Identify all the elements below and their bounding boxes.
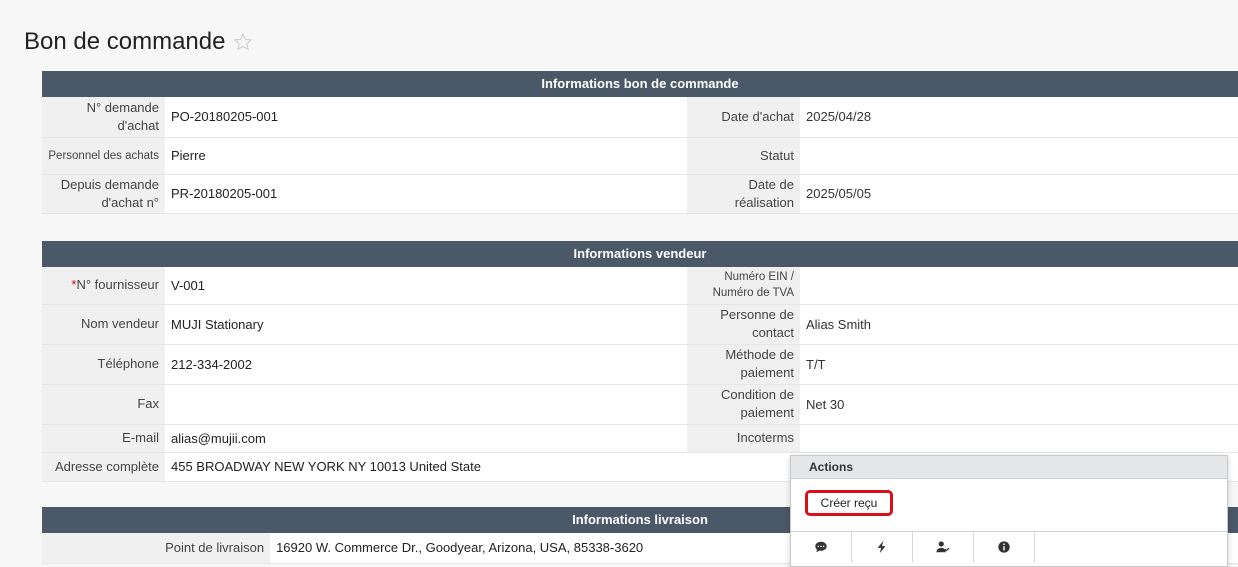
po-info-section: Informations bon de commande N° demande … xyxy=(42,71,1238,214)
contact-person-value: Alias Smith xyxy=(800,304,1238,345)
field-label: Numéro EIN / Numéro de TVA xyxy=(687,267,800,305)
field-label: Date de réalisation xyxy=(687,174,800,214)
form-row: Fax Condition de paiement Net 30 xyxy=(42,384,1238,425)
comment-icon[interactable] xyxy=(791,532,852,562)
payment-method-value: T/T xyxy=(800,344,1238,385)
vendor-name-value: MUJI Stationary xyxy=(165,304,687,345)
info-icon[interactable] xyxy=(974,532,1035,562)
vendor-info-header: Informations vendeur xyxy=(42,241,1238,267)
form-row: N° demande d'achat PO-20180205-001 Date … xyxy=(42,97,1238,138)
field-label: Statut xyxy=(687,137,800,175)
field-label: *N° fournisseur xyxy=(42,267,165,305)
form-row: Depuis demande d'achat n° PR-20180205-00… xyxy=(42,174,1238,214)
form-row: E-mail alias@mujii.com Incoterms xyxy=(42,424,1238,453)
pr-number-link[interactable]: PR-20180205-001 xyxy=(165,174,687,214)
field-label: Personnel des achats xyxy=(42,137,165,175)
fax-value xyxy=(165,384,687,425)
email-link[interactable]: alias@mujii.com xyxy=(165,424,687,453)
title-area: Bon de commande xyxy=(24,28,253,56)
supplier-number-link[interactable]: V-001 xyxy=(165,267,687,305)
field-label: N° demande d'achat xyxy=(42,97,165,138)
actions-icon-bar xyxy=(791,531,1227,562)
field-label: Condition de paiement xyxy=(687,384,800,425)
field-label: Incoterms xyxy=(687,424,800,453)
po-info-header: Informations bon de commande xyxy=(42,71,1238,97)
field-label: Téléphone xyxy=(42,344,165,385)
page-title: Bon de commande xyxy=(24,28,226,55)
user-check-icon[interactable] xyxy=(913,532,974,562)
field-label-text: N° fournisseur xyxy=(76,277,159,293)
field-label: E-mail xyxy=(42,424,165,453)
field-label: Nom vendeur xyxy=(42,304,165,345)
form-row: Personnel des achats Pierre Statut xyxy=(42,137,1238,175)
purchase-date-value: 2025/04/28 xyxy=(800,97,1238,138)
ein-value xyxy=(800,267,1238,305)
po-number-value: PO-20180205-001 xyxy=(165,97,687,138)
actions-header: Actions xyxy=(791,456,1227,479)
form-row: Téléphone 212-334-2002 Méthode de paieme… xyxy=(42,344,1238,385)
field-label: Depuis demande d'achat n° xyxy=(42,174,165,214)
field-label: Fax xyxy=(42,384,165,425)
favorite-star-icon[interactable] xyxy=(233,32,253,52)
form-row: *N° fournisseur V-001 Numéro EIN / Numér… xyxy=(42,267,1238,305)
po-info-table: N° demande d'achat PO-20180205-001 Date … xyxy=(42,97,1238,214)
field-label: Date d'achat xyxy=(687,97,800,138)
vendor-info-section: Informations vendeur *N° fournisseur V-0… xyxy=(42,241,1238,482)
field-label: Adresse complète xyxy=(42,452,165,482)
incoterms-value xyxy=(800,424,1238,453)
completion-date-value: 2025/05/05 xyxy=(800,174,1238,214)
field-label: Méthode de paiement xyxy=(687,344,800,385)
create-receipt-button[interactable]: Créer reçu xyxy=(805,490,893,516)
form-row: Nom vendeur MUJI Stationary Personne de … xyxy=(42,304,1238,345)
buyer-value: Pierre xyxy=(165,137,687,175)
lightning-icon[interactable] xyxy=(852,532,913,562)
phone-link[interactable]: 212-334-2002 xyxy=(165,344,687,385)
status-value xyxy=(800,137,1238,175)
vendor-info-table: *N° fournisseur V-001 Numéro EIN / Numér… xyxy=(42,267,1238,482)
field-label: Point de livraison xyxy=(42,533,271,564)
payment-terms-value: Net 30 xyxy=(800,384,1238,425)
field-label: Personne de contact xyxy=(687,304,800,345)
actions-panel: Actions Créer reçu xyxy=(790,455,1228,567)
